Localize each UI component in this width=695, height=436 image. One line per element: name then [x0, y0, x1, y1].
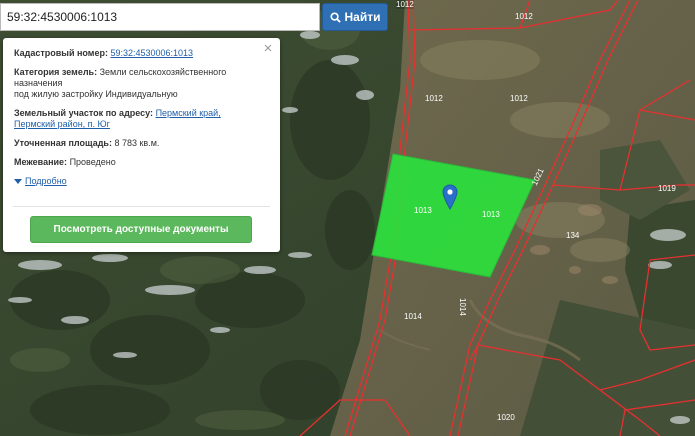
address-link-region[interactable]: Пермский край, [156, 108, 221, 118]
parcel-label-1012: 1012 [425, 94, 443, 103]
parcel-label-1012: 1012 [515, 12, 533, 21]
details-toggle[interactable]: Подробно [14, 176, 67, 187]
address-link-locality[interactable]: Пермский район, п. Юг [14, 119, 110, 129]
area-value: 8 783 кв.м. [114, 138, 160, 148]
survey-row: Межевание: Проведено [14, 157, 268, 168]
land-category-row: Категория земель: Земли сельскохозяйстве… [14, 67, 268, 100]
parcel-label-1019: 1019 [658, 184, 676, 193]
cadastral-number-row: Кадастровый номер: 59:32:4530006:1013 [14, 48, 268, 59]
map-marker-icon[interactable] [442, 184, 458, 210]
land-category-use: под жилую застройку Индивидуальную [14, 89, 178, 99]
search-button[interactable]: Найти [322, 3, 388, 31]
details-link: Подробно [25, 176, 67, 186]
address-label: Земельный участок по адресу: [14, 108, 154, 118]
search-icon [329, 11, 341, 23]
view-documents-button[interactable]: Посмотреть доступные документы [30, 216, 252, 243]
survey-label: Межевание: [14, 157, 68, 167]
cadastral-number-link[interactable]: 59:32:4530006:1013 [110, 48, 193, 58]
search-bar: Найти [0, 3, 390, 31]
search-button-label: Найти [344, 10, 381, 24]
search-input[interactable] [0, 3, 320, 31]
area-row: Уточненная площадь: 8 783 кв.м. [14, 138, 268, 149]
parcel-label-1013: 1013 [414, 206, 432, 215]
land-category-label: Категория земель: [14, 67, 98, 77]
parcel-label-1014: 1014 [404, 312, 422, 321]
survey-value: Проведено [69, 157, 116, 167]
address-row: Земельный участок по адресу: Пермский кр… [14, 108, 268, 130]
parcel-label-1014: 1014 [458, 298, 467, 316]
parcel-label-1012: 1012 [510, 94, 528, 103]
parcel-label-1020: 1020 [497, 413, 515, 422]
panel-divider [13, 206, 270, 207]
parcel-label-134: 134 [566, 231, 580, 240]
area-label: Уточненная площадь: [14, 138, 112, 148]
parcel-info-panel: × Кадастровый номер: 59:32:4530006:1013 … [3, 38, 280, 252]
cadastral-number-label: Кадастровый номер: [14, 48, 108, 58]
close-icon[interactable]: × [262, 41, 274, 56]
parcel-label-1013: 1013 [482, 210, 500, 219]
map-app: 1012 1012 1012 1012 1013 1013 1021 1019 … [0, 0, 695, 436]
parcel-label-1012: 1012 [396, 0, 414, 9]
triangle-down-icon [14, 179, 22, 184]
